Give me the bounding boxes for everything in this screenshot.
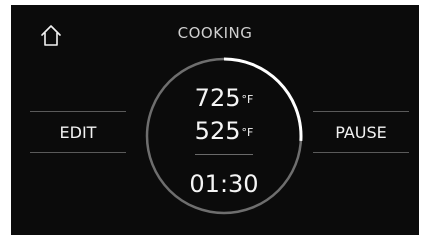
- set-temperature-value: 725: [194, 84, 241, 112]
- current-temperature-value: 525: [194, 117, 241, 145]
- current-temperature: 525°F: [144, 117, 304, 145]
- pause-button[interactable]: PAUSE: [313, 111, 409, 153]
- screen-title: COOKING: [177, 24, 253, 42]
- cooking-dial: 725°F 525°F 01:30: [144, 56, 304, 216]
- set-temperature[interactable]: 725°F: [144, 84, 304, 112]
- cook-timer[interactable]: 01:30: [144, 170, 304, 198]
- edit-button[interactable]: EDIT: [30, 111, 126, 153]
- cooking-screen: COOKING EDIT PAUSE 725°F 525°F 01:30: [11, 5, 419, 235]
- dial-divider: [195, 154, 253, 155]
- current-temperature-unit: °F: [241, 126, 254, 139]
- set-temperature-unit: °F: [241, 93, 254, 106]
